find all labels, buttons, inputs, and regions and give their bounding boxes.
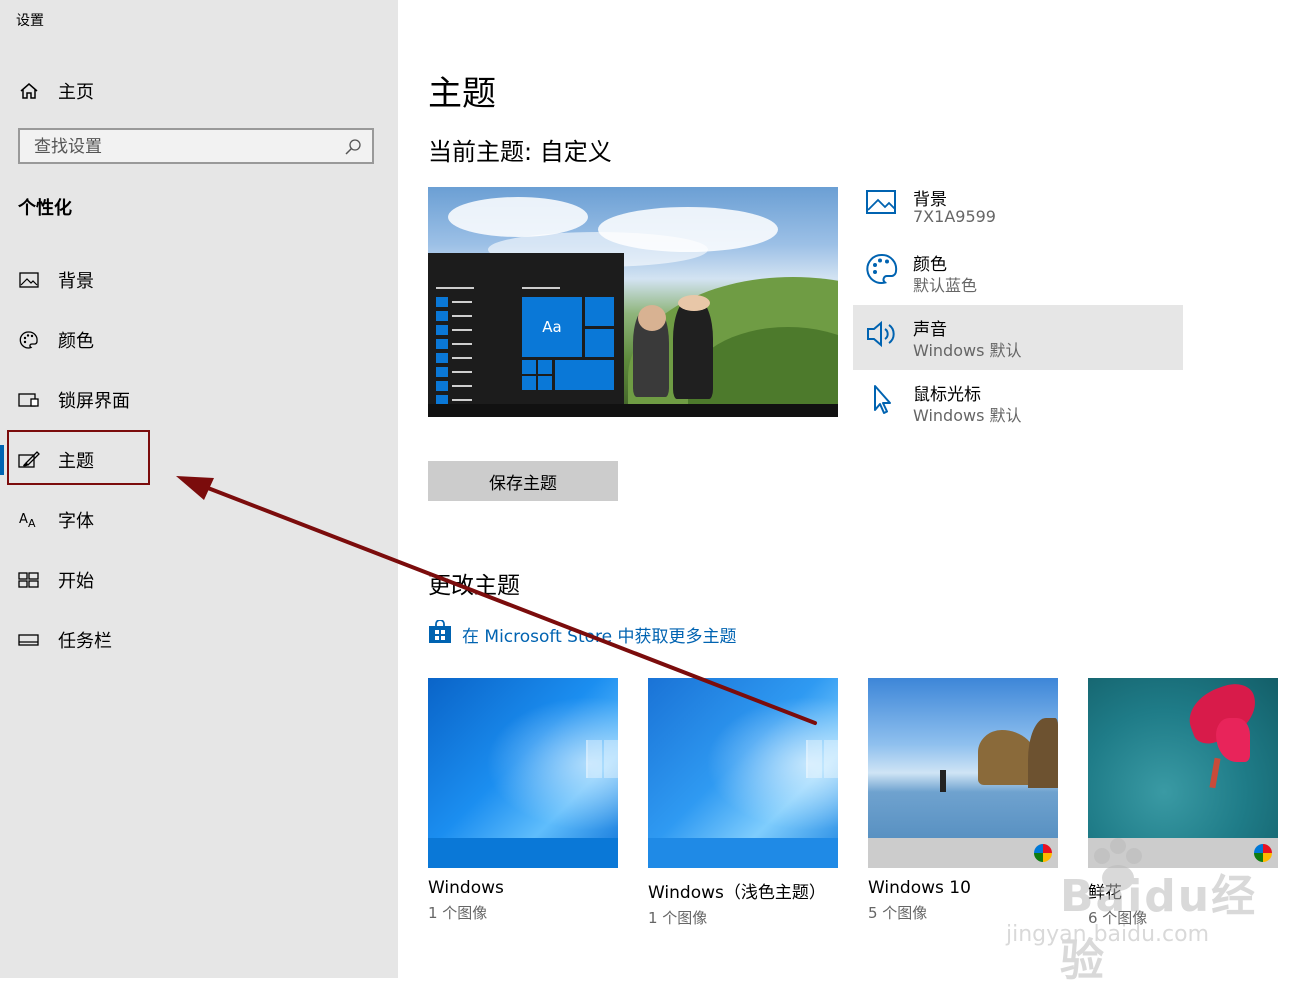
property-value: Windows 默认 <box>913 406 1022 425</box>
theme-thumbnail[interactable] <box>428 678 618 868</box>
search-box[interactable] <box>18 128 374 164</box>
preview-start-menu: Aa <box>428 253 624 417</box>
sidebar-item-colors[interactable]: 颜色 <box>0 310 398 370</box>
image-icon <box>18 269 40 291</box>
lock-screen-icon <box>18 389 40 411</box>
theme-name: Windows（浅色主题） <box>648 883 826 903</box>
watermark-url: jingyan.baidu.com <box>1006 922 1210 947</box>
theme-image-count: 1 个图像 <box>648 909 708 927</box>
home-icon <box>18 80 40 102</box>
property-value: Windows 默认 <box>913 341 1022 360</box>
store-link-text[interactable]: 在 Microsoft Store 中获取更多主题 <box>462 622 737 647</box>
sidebar-item-label: 锁屏界面 <box>58 391 130 412</box>
sidebar-item-taskbar[interactable]: 任务栏 <box>0 610 398 670</box>
speaker-icon <box>865 317 899 351</box>
search-icon[interactable] <box>344 138 362 156</box>
sidebar-item-lock-screen[interactable]: 锁屏界面 <box>0 370 398 430</box>
palette-icon <box>18 329 40 351</box>
window-title: 设置 <box>16 13 44 29</box>
image-icon <box>865 187 899 221</box>
theme-name: Windows <box>428 878 504 898</box>
sidebar-item-label: 背景 <box>58 271 94 292</box>
theme-card-windows[interactable]: Windows 1 个图像 <box>428 678 618 923</box>
theme-card-windows-light[interactable]: Windows（浅色主题） 1 个图像 <box>648 678 838 928</box>
current-theme-heading: 当前主题: 自定义 <box>428 138 612 166</box>
palette-icon <box>865 252 899 286</box>
property-value: 默认蓝色 <box>913 276 978 295</box>
theme-image-count: 1 个图像 <box>428 904 488 922</box>
sidebar-item-label: 字体 <box>58 511 94 532</box>
font-icon: AA <box>18 509 40 531</box>
svg-text:A: A <box>19 512 28 527</box>
property-color[interactable]: 颜色 默认蓝色 <box>853 240 1183 305</box>
cursor-icon <box>865 382 899 416</box>
start-grid-icon <box>18 569 40 591</box>
main-content: 主题 当前主题: 自定义 Aa 背景 7X1A9599 颜色 默认蓝色 声音 W… <box>398 0 1308 978</box>
sidebar-item-start[interactable]: 开始 <box>0 550 398 610</box>
theme-properties: 背景 7X1A9599 颜色 默认蓝色 声音 Windows 默认 鼠标光标 W… <box>853 175 1183 435</box>
sidebar-item-label: 主页 <box>58 82 94 103</box>
annotation-highlight-box <box>7 430 150 485</box>
save-theme-button[interactable]: 保存主题 <box>428 461 618 501</box>
sidebar-item-home[interactable]: 主页 <box>18 76 378 106</box>
theme-thumbnail[interactable] <box>648 678 838 868</box>
property-background[interactable]: 背景 7X1A9599 <box>853 175 1183 240</box>
sidebar-item-label: 开始 <box>58 571 94 592</box>
page-title: 主题 <box>428 74 496 114</box>
watermark: Baidu经验 jingyan.baidu.com <box>1000 838 1260 986</box>
theme-preview: Aa <box>428 187 838 417</box>
store-link[interactable]: 在 Microsoft Store 中获取更多主题 <box>428 619 737 648</box>
sidebar-item-background[interactable]: 背景 <box>0 250 398 310</box>
section-title: 个性化 <box>18 198 72 219</box>
store-bag-icon <box>428 619 452 648</box>
preview-taskbar <box>428 404 838 417</box>
search-input[interactable] <box>20 130 336 164</box>
sidebar-item-label: 任务栏 <box>58 631 112 652</box>
property-mouse-cursor[interactable]: 鼠标光标 Windows 默认 <box>853 370 1183 435</box>
taskbar-icon <box>18 629 40 651</box>
property-value: 7X1A9599 <box>913 207 996 226</box>
sidebar: 设置 主页 个性化 背景 颜色 锁屏界面 <box>0 0 398 978</box>
change-theme-heading: 更改主题 <box>428 573 520 599</box>
sidebar-item-label: 颜色 <box>58 331 94 352</box>
svg-text:A: A <box>28 517 36 530</box>
preview-tile-aa: Aa <box>522 297 582 357</box>
property-sound[interactable]: 声音 Windows 默认 <box>853 305 1183 370</box>
sidebar-item-fonts[interactable]: AA 字体 <box>0 490 398 550</box>
